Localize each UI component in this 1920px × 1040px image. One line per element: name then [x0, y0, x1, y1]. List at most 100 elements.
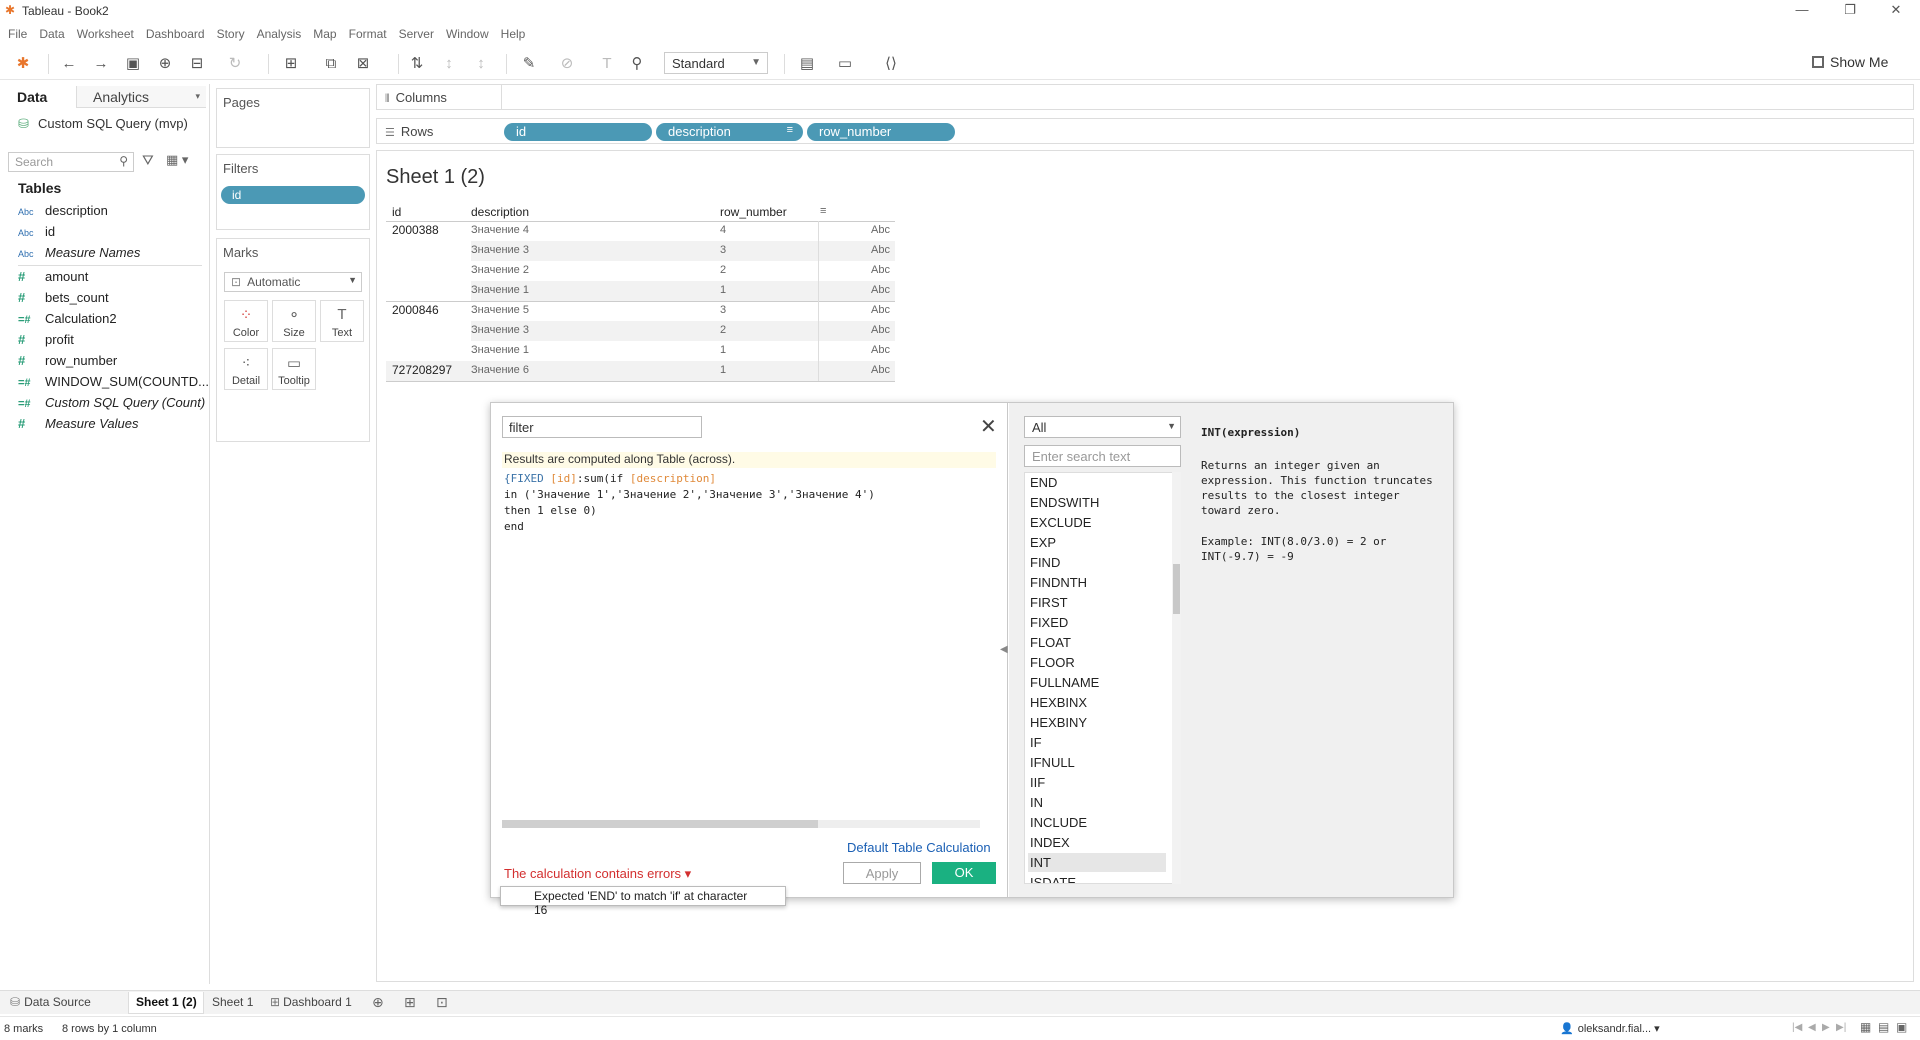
last-sheet-icon[interactable]: ▶| [1836, 1022, 1846, 1033]
refresh-icon[interactable]: ↻ [224, 54, 246, 74]
tab-data[interactable]: Data [0, 86, 76, 108]
list-item[interactable]: END [1028, 473, 1166, 492]
close-icon[interactable]: ✕ [980, 414, 997, 439]
table-row[interactable]: 2000846 Значение 5 3 Abc [386, 301, 895, 321]
menu-format[interactable]: Format [349, 27, 387, 41]
list-item[interactable]: ENDSWITH [1028, 493, 1166, 512]
menu-worksheet[interactable]: Worksheet [77, 27, 134, 41]
share-icon[interactable]: ⟨⟩ [880, 54, 902, 74]
save-icon[interactable]: ▣ [122, 54, 144, 74]
filter-pill-id[interactable]: id [221, 186, 365, 204]
table-row[interactable]: Значение 1 1 Abc [471, 281, 895, 301]
menu-server[interactable]: Server [399, 27, 434, 41]
view-options-icon[interactable]: ▦ ▾ [166, 152, 188, 168]
table-row[interactable]: 2000388 Значение 4 4 Abc [386, 221, 895, 241]
show-labels-icon[interactable]: T [596, 54, 618, 74]
tab-data-source[interactable]: ⛁ Data Source [10, 995, 91, 1009]
function-list-scrollbar[interactable] [1172, 472, 1181, 884]
list-item[interactable]: FULLNAME [1028, 673, 1166, 692]
show-sheet-sorter-icon[interactable]: ▤ [1878, 1020, 1889, 1034]
calc-error-message[interactable]: The calculation contains errors ▾ [504, 866, 691, 882]
text-button[interactable]: T Text [320, 300, 364, 342]
apply-button[interactable]: Apply [843, 862, 921, 884]
list-item[interactable]: EXCLUDE [1028, 513, 1166, 532]
tab-dashboard-1[interactable]: ⊞ Dashboard 1 [270, 995, 352, 1009]
header-description[interactable]: description [471, 205, 529, 219]
field-calculation2[interactable]: =# Calculation2 [18, 311, 117, 329]
list-item-selected[interactable]: INT [1028, 853, 1166, 872]
minimize-button[interactable]: — [1782, 2, 1822, 20]
function-search-input[interactable]: Enter search text [1024, 445, 1181, 467]
sort-ascending-icon[interactable]: ↕ [438, 54, 460, 74]
field-measure-names[interactable]: Abc Measure Names [18, 245, 140, 263]
field-custom-sql-count[interactable]: =# Custom SQL Query (Count) [18, 395, 205, 413]
pages-card[interactable]: Pages [216, 88, 370, 148]
scroll-thumb[interactable] [502, 820, 818, 828]
undo-icon[interactable]: ← [58, 54, 80, 74]
columns-shelf[interactable]: ⫴ Columns [376, 84, 1914, 110]
list-item[interactable]: INDEX [1028, 833, 1166, 852]
menu-analysis[interactable]: Analysis [257, 27, 302, 41]
redo-icon[interactable]: → [90, 54, 112, 74]
table-row[interactable]: Значение 3 3 Abc [471, 241, 895, 261]
new-dashboard-icon[interactable]: ⊞ [404, 994, 416, 1011]
field-id[interactable]: Abc id [18, 224, 55, 242]
table-row[interactable]: Значение 2 2 Abc [471, 261, 895, 281]
presentation-mode-icon[interactable]: ▭ [834, 54, 856, 74]
list-item[interactable]: IN [1028, 793, 1166, 812]
new-story-icon[interactable]: ⊡ [436, 994, 448, 1011]
sort-descending-icon[interactable]: ↕ [470, 54, 492, 74]
formula-editor[interactable]: {FIXED [id]:sum(if [description] in ('Зна… [504, 471, 875, 535]
fix-axes-icon[interactable]: ⚲ [626, 54, 648, 74]
group-icon[interactable]: ⊘ [556, 54, 578, 74]
header-row-number[interactable]: row_number [720, 205, 787, 219]
restore-button[interactable]: ❐ [1830, 2, 1870, 20]
list-item[interactable]: HEXBINY [1028, 713, 1166, 732]
show-tabs-icon[interactable]: ▣ [1896, 1020, 1907, 1034]
menu-data[interactable]: Data [39, 27, 64, 41]
list-item[interactable]: FINDNTH [1028, 573, 1166, 592]
field-measure-values[interactable]: # Measure Values [18, 416, 138, 434]
tab-sheet-1[interactable]: Sheet 1 [212, 995, 253, 1009]
show-me-button[interactable]: Show Me [1812, 54, 1888, 70]
field-bets-count[interactable]: # bets_count [18, 290, 109, 308]
close-window-button[interactable]: ✕ [1876, 2, 1916, 20]
header-id[interactable]: id [392, 205, 401, 219]
next-sheet-icon[interactable]: ▶ [1822, 1022, 1830, 1033]
datasource-item[interactable]: ⛁ Custom SQL Query (mvp) [18, 116, 188, 131]
collapse-panel-icon[interactable]: ◀ [1000, 644, 1008, 655]
show-filmstrip-icon[interactable]: ▦ [1860, 1020, 1871, 1034]
field-row-number[interactable]: # row_number [18, 353, 117, 371]
rows-shelf[interactable]: ☰ Rows id description ≡ row_number [376, 118, 1914, 144]
tableau-home-icon[interactable]: ✱ [12, 54, 34, 74]
sort-icon[interactable]: ≡ [820, 205, 826, 217]
menu-file[interactable]: File [8, 27, 27, 41]
list-item[interactable]: FIXED [1028, 613, 1166, 632]
list-item[interactable]: ISDATE [1028, 873, 1166, 883]
mark-type-select[interactable]: ⊡ Automatic ▼ [224, 272, 362, 292]
ok-button[interactable]: OK [932, 862, 996, 884]
field-profit[interactable]: # profit [18, 332, 74, 350]
fit-select[interactable]: Standard ▼ [664, 52, 768, 74]
prev-sheet-icon[interactable]: ◀ [1808, 1022, 1816, 1033]
menu-map[interactable]: Map [313, 27, 336, 41]
menu-help[interactable]: Help [501, 27, 526, 41]
swap-rows-columns-icon[interactable]: ⇅ [406, 54, 428, 74]
row-pill-row-number[interactable]: row_number [807, 123, 955, 141]
clear-sheet-icon[interactable]: ⊠ [352, 54, 374, 74]
default-table-calc-link[interactable]: Default Table Calculation [847, 840, 991, 855]
horizontal-scrollbar[interactable] [502, 820, 980, 828]
user-menu[interactable]: 👤 oleksandr.fial... ▾ [1560, 1022, 1660, 1035]
calc-name-input[interactable] [502, 416, 702, 438]
list-item[interactable]: HEXBINX [1028, 693, 1166, 712]
filter-icon[interactable]: ⛛ [142, 152, 154, 169]
list-item[interactable]: IIF [1028, 773, 1166, 792]
tab-analytics[interactable]: Analytics ▾ [76, 86, 206, 108]
scroll-thumb[interactable] [1173, 564, 1180, 614]
list-item[interactable]: FIND [1028, 553, 1166, 572]
first-sheet-icon[interactable]: |◀ [1792, 1022, 1802, 1033]
pause-updates-icon[interactable]: ⊟ [186, 54, 208, 74]
new-worksheet-icon[interactable]: ⊞ [280, 54, 302, 74]
field-window-sum[interactable]: =# WINDOW_SUM(COUNTD... [18, 374, 209, 392]
field-search-input[interactable]: Search ⚲ [8, 152, 134, 172]
